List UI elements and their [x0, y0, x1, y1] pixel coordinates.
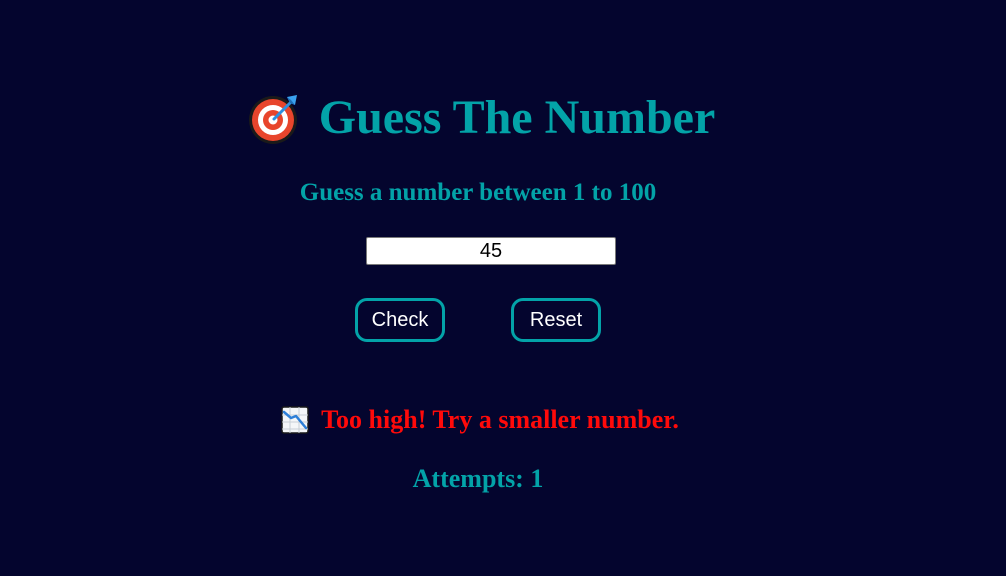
feedback-row: Too high! Try a smaller number.: [0, 402, 960, 438]
check-button[interactable]: Check: [355, 298, 445, 342]
chart-decreasing-icon: [281, 406, 309, 434]
attempts-counter: Attempts: 1: [412, 464, 544, 493]
guess-input[interactable]: [366, 237, 616, 265]
page-title: Guess The Number: [318, 91, 716, 144]
instructions-text: Guess a number between 1 to 100: [299, 179, 657, 206]
reset-button[interactable]: Reset: [511, 298, 601, 342]
target-icon: [248, 95, 297, 144]
game-page: Guess The Number Guess a number between …: [0, 0, 1006, 576]
feedback-message: Too high! Try a smaller number.: [321, 405, 679, 434]
title-row: Guess The Number: [0, 88, 962, 148]
